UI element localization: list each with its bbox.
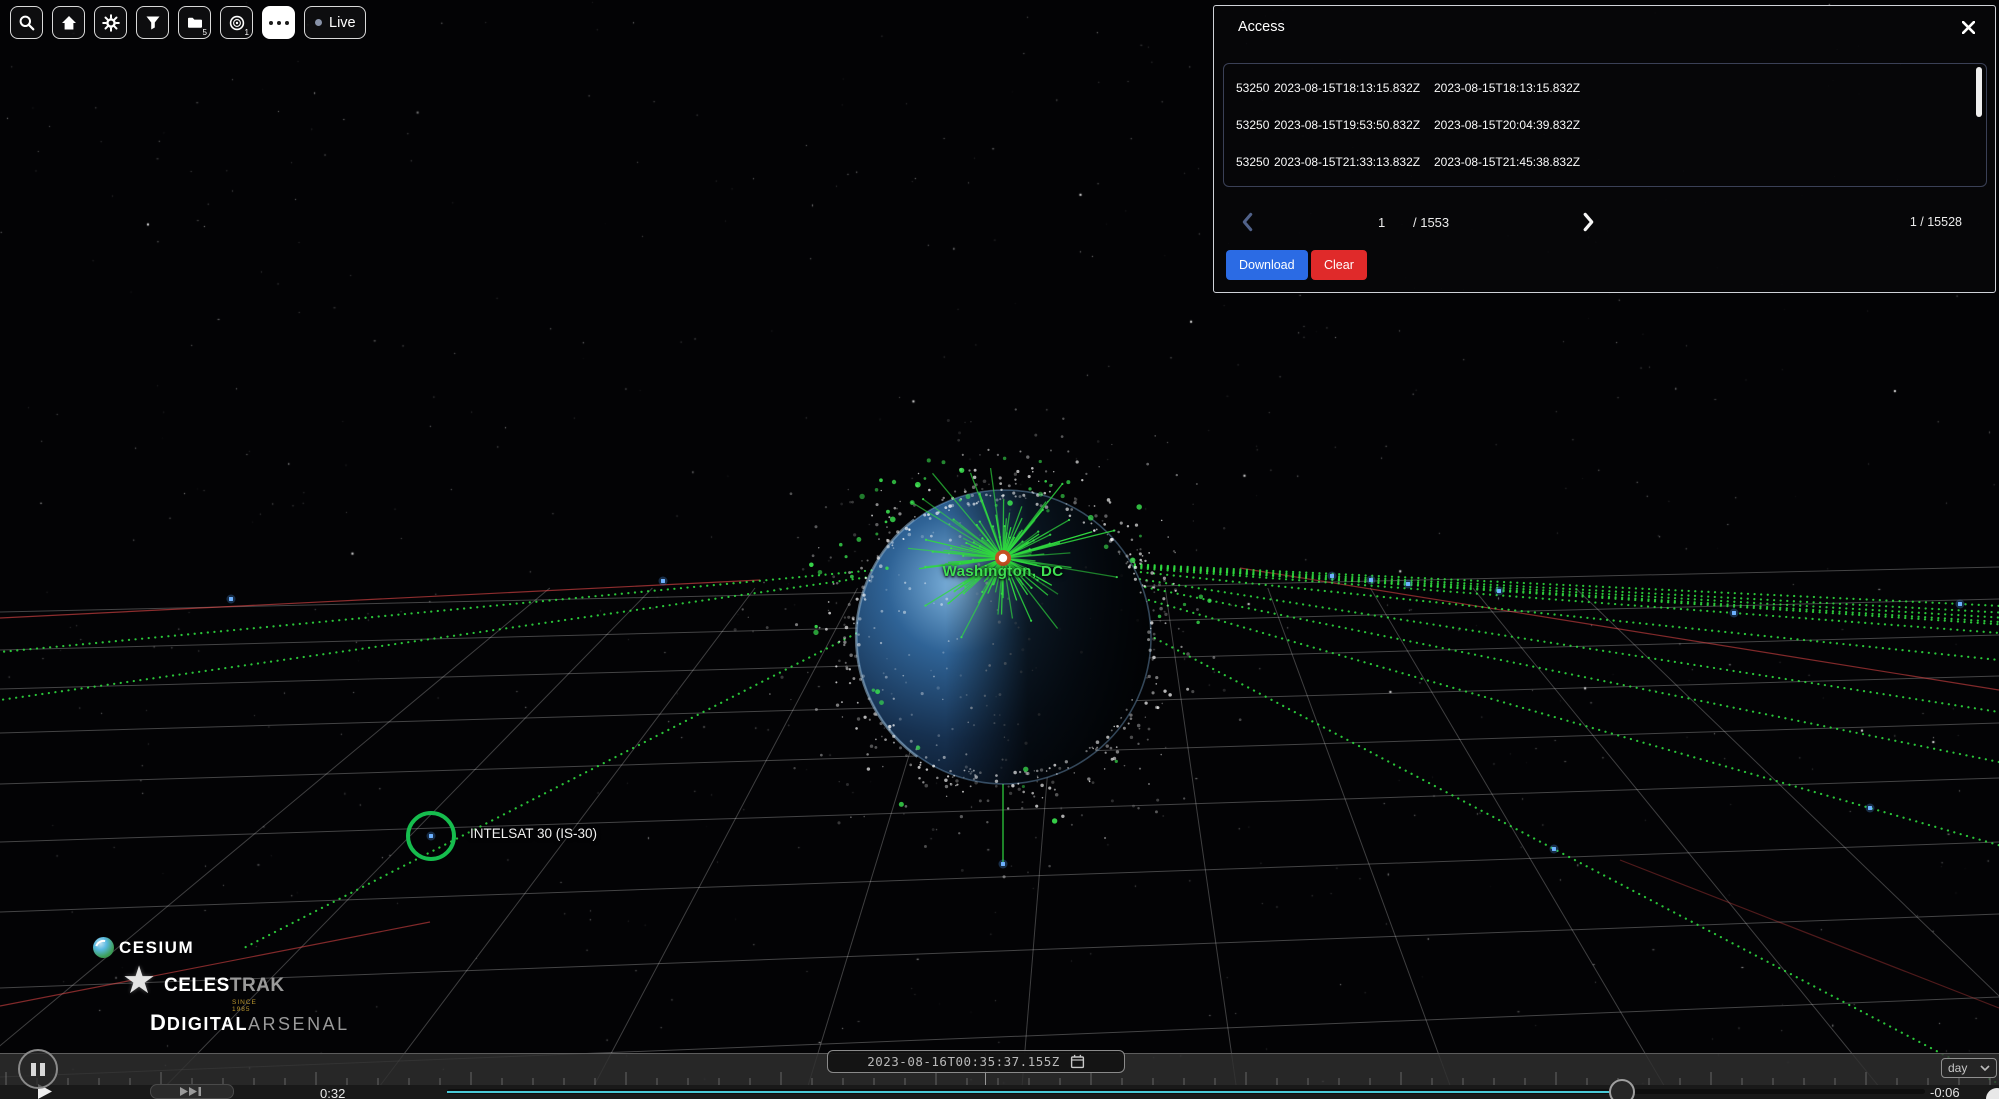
pause-button[interactable] bbox=[18, 1049, 58, 1089]
live-label: Live bbox=[329, 15, 356, 31]
row-start-time: 2023-08-15T19:53:50.832Z bbox=[1274, 118, 1434, 132]
fast-forward-icon bbox=[180, 1087, 204, 1096]
home-icon bbox=[60, 14, 78, 32]
calendar-icon[interactable] bbox=[1070, 1054, 1085, 1069]
table-row[interactable]: 53250 2023-08-15T19:53:50.832Z 2023-08-1… bbox=[1224, 106, 1986, 143]
page-current: 1 bbox=[1378, 215, 1385, 230]
cesium-globe-icon bbox=[93, 937, 114, 958]
ground-station-label[interactable]: Washington, DC bbox=[943, 563, 1064, 580]
row-norad-id: 53250 bbox=[1236, 155, 1274, 169]
result-count-label: 1 / 15528 bbox=[1910, 215, 1962, 229]
chevron-left-icon bbox=[1241, 212, 1254, 232]
live-button[interactable]: Live bbox=[304, 6, 366, 39]
cesium-logo-text: CESIUM bbox=[119, 938, 194, 958]
skip-forward-button[interactable] bbox=[150, 1084, 234, 1099]
rate-value: day bbox=[1948, 1061, 1974, 1075]
folder-icon bbox=[186, 14, 204, 32]
gear-icon bbox=[102, 14, 120, 32]
filter-button[interactable] bbox=[136, 6, 169, 39]
row-norad-id: 53250 bbox=[1236, 81, 1274, 95]
sensor-count-badge: 1 bbox=[245, 29, 249, 37]
app-viewport: Washington, DC INTELSAT 30 (IS-30) bbox=[0, 0, 1999, 1099]
search-button[interactable] bbox=[10, 6, 43, 39]
disc-icon bbox=[228, 14, 246, 32]
celestrak-logo-text: CELES bbox=[164, 975, 230, 996]
access-results-table[interactable]: 53250 2023-08-15T18:13:15.832Z 2023-08-1… bbox=[1223, 63, 1987, 187]
digital-arsenal-logo[interactable]: D DIGITAL ARSENAL bbox=[150, 1010, 350, 1036]
previous-page-button[interactable] bbox=[1241, 212, 1255, 232]
digital-arsenal-text: DIGITAL bbox=[167, 1014, 248, 1035]
digital-arsenal-mark-icon: D bbox=[150, 1010, 166, 1036]
ellipsis-icon bbox=[269, 21, 289, 25]
row-norad-id: 53250 bbox=[1236, 118, 1274, 132]
table-row[interactable]: 53250 2023-08-15T21:33:13.832Z 2023-08-1… bbox=[1224, 143, 1986, 180]
folders-button[interactable]: 5 bbox=[178, 6, 211, 39]
elapsed-time: 0:32 bbox=[320, 1086, 345, 1099]
access-panel-title: Access bbox=[1238, 19, 1285, 35]
pause-icon bbox=[31, 1063, 36, 1076]
chevron-right-icon bbox=[1582, 212, 1595, 232]
folder-count-badge: 5 bbox=[203, 29, 207, 37]
selected-satellite-label[interactable]: INTELSAT 30 (IS-30) bbox=[470, 826, 597, 841]
download-button[interactable]: Download bbox=[1226, 250, 1308, 280]
row-end-time: 2023-08-15T21:45:38.832Z bbox=[1434, 155, 1604, 169]
next-page-button[interactable] bbox=[1582, 212, 1596, 232]
row-start-time: 2023-08-15T21:33:13.832Z bbox=[1274, 155, 1434, 169]
rate-select[interactable]: day bbox=[1941, 1058, 1997, 1078]
digital-arsenal-text-light: ARSENAL bbox=[248, 1014, 350, 1035]
page-total: / 1553 bbox=[1413, 215, 1449, 230]
table-row[interactable]: 53250 2023-08-15T18:13:15.832Z 2023-08-1… bbox=[1224, 69, 1986, 106]
settings-button[interactable] bbox=[94, 6, 127, 39]
earth-globe[interactable] bbox=[796, 429, 1211, 844]
sensors-button[interactable]: 1 bbox=[220, 6, 253, 39]
table-scrollbar[interactable] bbox=[1976, 67, 1982, 117]
magnifier-icon bbox=[18, 14, 36, 32]
access-panel: Access 53250 2023-08-15T18:13:15.832Z 20… bbox=[1213, 5, 1996, 293]
home-button[interactable] bbox=[52, 6, 85, 39]
close-panel-button[interactable] bbox=[1959, 18, 1977, 36]
progress-handle[interactable] bbox=[1609, 1079, 1635, 1099]
funnel-icon bbox=[144, 14, 162, 32]
clear-button[interactable]: Clear bbox=[1311, 250, 1367, 280]
current-time-display[interactable]: 2023-08-16T00:35:37.155Z bbox=[827, 1050, 1125, 1073]
chevron-down-icon bbox=[1980, 1065, 1990, 1071]
progress-fill bbox=[447, 1091, 1610, 1094]
celestrak-star-icon: ★ bbox=[122, 958, 156, 1003]
celestrak-logo-text-light: TRAK bbox=[230, 975, 285, 996]
row-end-time: 2023-08-15T20:04:39.832Z bbox=[1434, 118, 1604, 132]
current-timestamp: 2023-08-16T00:35:37.155Z bbox=[867, 1054, 1060, 1069]
live-status-dot bbox=[315, 19, 322, 26]
remaining-time: -0:06 bbox=[1930, 1085, 1960, 1099]
close-icon bbox=[1962, 21, 1975, 34]
row-end-time: 2023-08-15T18:13:15.832Z bbox=[1434, 81, 1604, 95]
row-start-time: 2023-08-15T18:13:15.832Z bbox=[1274, 81, 1434, 95]
more-button[interactable] bbox=[262, 6, 295, 39]
cesium-logo[interactable]: CESIUM bbox=[93, 937, 194, 958]
